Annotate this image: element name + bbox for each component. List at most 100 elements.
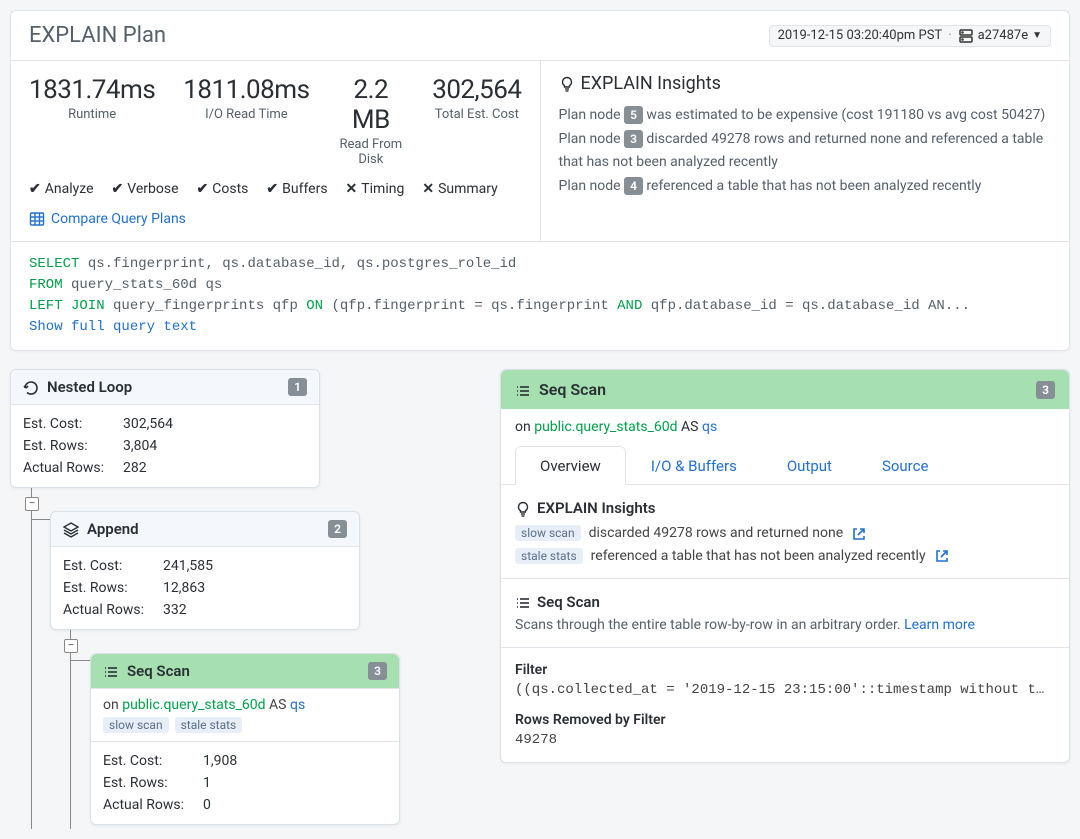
tag-stale-stats: stale stats [515, 548, 583, 564]
rows-removed-value: 49278 [515, 732, 1055, 748]
flag-costs: ✔Costs [197, 181, 249, 197]
node-badge: 3 [368, 662, 387, 680]
detail-node-type-desc: Scans through the entire table row-by-ro… [515, 617, 1055, 633]
server-icon [958, 28, 974, 44]
detail-node-type-title: Seq Scan [515, 593, 1055, 611]
x-icon: ✕ [346, 181, 358, 197]
rows-removed-label: Rows Removed by Filter [515, 712, 1055, 728]
row-key: Est. Cost: [63, 558, 163, 574]
loop-icon [23, 378, 39, 396]
lightbulb-icon [515, 499, 531, 517]
row-value: 241,585 [163, 558, 213, 574]
flag-verbose: ✔Verbose [112, 181, 179, 197]
row-value: 282 [123, 460, 147, 476]
stat-value: 1811.08ms [183, 75, 309, 105]
insight-line: Plan node 4 referenced a table that has … [559, 175, 1052, 197]
row-key: Est. Cost: [23, 416, 123, 432]
plan-node-append[interactable]: Append 2 Est. Cost:241,585 Est. Rows:12,… [50, 511, 360, 630]
filter-value: ((qs.collected_at = '2019-12-15 23:15:00… [515, 682, 1055, 698]
list-icon [515, 380, 531, 399]
x-icon: ✕ [422, 181, 434, 197]
tab-output[interactable]: Output [762, 446, 857, 485]
detail-insights-title: EXPLAIN Insights [515, 499, 1055, 517]
flag-summary: ✕Summary [422, 181, 497, 197]
stat-label: Total Est. Cost [432, 107, 521, 122]
stat-value: 302,564 [432, 75, 521, 105]
sample-selector[interactable]: 2019-12-15 03:20:40pm PST · a27487e ▼ [769, 25, 1051, 47]
tab-overview[interactable]: Overview [515, 446, 626, 485]
stat-value: 2.2 MB [338, 75, 405, 135]
list-icon [103, 662, 119, 680]
node-badge: 4 [624, 177, 643, 195]
flag-analyze: ✔Analyze [29, 181, 94, 197]
tree-toggle[interactable] [64, 639, 78, 653]
check-icon: ✔ [197, 181, 209, 197]
page-title: EXPLAIN Plan [29, 23, 166, 48]
row-value: 302,564 [123, 416, 173, 432]
stat-read-from-disk: 2.2 MB Read From Disk [338, 75, 405, 167]
tree-line [31, 469, 32, 829]
detail-title: Seq Scan [539, 380, 606, 399]
node-badge: 3 [624, 130, 643, 148]
row-value: 12,863 [163, 580, 205, 596]
row-key: Actual Rows: [23, 460, 123, 476]
node-on-clause: on public.query_stats_60d AS qs [91, 689, 399, 717]
layers-icon [63, 520, 79, 538]
stat-label: Runtime [29, 107, 155, 122]
node-badge: 3 [1036, 381, 1055, 399]
plan-node-nested-loop[interactable]: Nested Loop 1 Est. Cost:302,564 Est. Row… [10, 369, 320, 488]
node-badge: 1 [288, 378, 307, 396]
stat-runtime: 1831.74ms Runtime [29, 75, 155, 167]
chevron-down-icon: ▼ [1032, 30, 1042, 41]
external-link-icon[interactable] [934, 548, 950, 564]
row-key: Est. Rows: [103, 775, 203, 791]
node-detail-panel: Seq Scan 3 on public.query_stats_60d AS … [500, 369, 1070, 763]
node-title: Nested Loop [47, 378, 132, 396]
stat-value: 1831.74ms [29, 75, 155, 105]
tab-io-buffers[interactable]: I/O & Buffers [626, 446, 762, 485]
tab-source[interactable]: Source [857, 446, 953, 485]
server-id: a27487e [978, 28, 1029, 43]
sql-preview: SELECT qs.fingerprint, qs.database_id, q… [11, 241, 1069, 350]
insight-line: Plan node 5 was estimated to be expensiv… [559, 104, 1052, 126]
insights-title: EXPLAIN Insights [559, 73, 1052, 94]
learn-more-link[interactable]: Learn more [904, 617, 975, 633]
tag-stale-stats: stale stats [175, 717, 243, 733]
row-value: 1 [203, 775, 211, 791]
check-icon: ✔ [266, 181, 278, 197]
tag-slow-scan: slow scan [103, 717, 169, 733]
timestamp: 2019-12-15 03:20:40pm PST [778, 28, 943, 43]
list-icon [515, 593, 531, 611]
row-key: Est. Cost: [103, 753, 203, 769]
row-key: Actual Rows: [63, 602, 163, 618]
insight-line: Plan node 3 discarded 49278 rows and ret… [559, 128, 1052, 173]
node-title: Seq Scan [127, 662, 190, 680]
detail-insight-line: slow scan discarded 49278 rows and retur… [515, 525, 1055, 541]
show-full-query-link[interactable]: Show full query text [29, 319, 197, 335]
check-icon: ✔ [29, 181, 41, 197]
row-value: 0 [203, 797, 211, 813]
plan-node-seq-scan[interactable]: Seq Scan 3 on public.query_stats_60d AS … [90, 653, 400, 825]
stat-total-cost: 302,564 Total Est. Cost [432, 75, 521, 167]
row-value: 332 [163, 602, 187, 618]
stat-label: I/O Read Time [183, 107, 309, 122]
row-key: Actual Rows: [103, 797, 203, 813]
tree-toggle[interactable] [25, 497, 39, 511]
flag-buffers: ✔Buffers [266, 181, 327, 197]
stat-io-read-time: 1811.08ms I/O Read Time [183, 75, 309, 167]
node-badge: 5 [624, 106, 643, 124]
flag-timing: ✕Timing [346, 181, 405, 197]
detail-on-clause: on public.query_stats_60d AS qs [501, 409, 1069, 445]
check-icon: ✔ [112, 181, 124, 197]
stat-label: Read From Disk [338, 137, 405, 167]
row-key: Est. Rows: [63, 580, 163, 596]
node-title: Append [87, 520, 139, 538]
row-value: 3,804 [123, 438, 157, 454]
lightbulb-icon [559, 73, 575, 94]
row-value: 1,908 [203, 753, 237, 769]
external-link-icon[interactable] [851, 525, 867, 541]
detail-insight-line: stale stats referenced a table that has … [515, 548, 1055, 564]
compare-plans-link[interactable]: Compare Query Plans [51, 211, 186, 227]
row-key: Est. Rows: [23, 438, 123, 454]
tag-slow-scan: slow scan [515, 525, 581, 541]
